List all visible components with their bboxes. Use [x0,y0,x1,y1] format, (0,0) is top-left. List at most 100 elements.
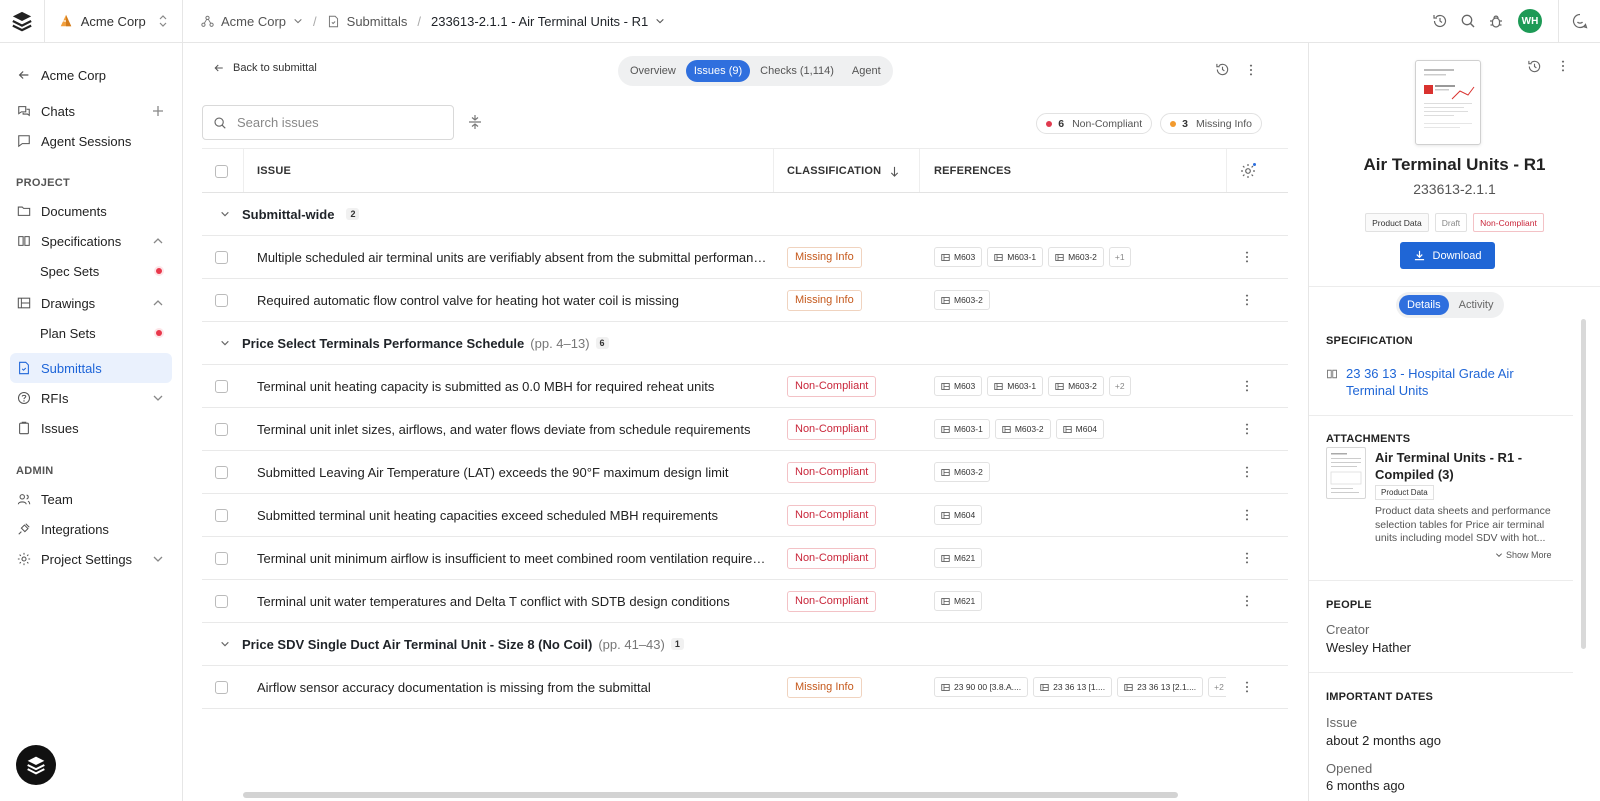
reference-chip[interactable]: M603-2 [934,290,990,310]
specification-link[interactable]: 23 36 13 - Hospital Grade Air Terminal U… [1326,365,1566,399]
panel-scrollbar[interactable] [1581,319,1586,649]
table-row[interactable]: Required automatic flow control valve fo… [202,279,1288,322]
row-checkbox[interactable] [215,594,228,608]
history-icon[interactable] [1432,13,1448,29]
reference-chip[interactable]: M603-2 [1048,247,1104,267]
back-to-submittal-link[interactable]: Back to submittal [213,62,317,74]
group-row[interactable]: Submittal-wide 2 [202,193,1288,236]
sidebar-item-issues[interactable]: Issues [10,413,172,443]
more-vertical-icon[interactable] [1240,508,1254,522]
reference-chip[interactable]: 23 36 13 [1.... [1033,677,1113,697]
breadcrumb-org[interactable]: Acme Corp [201,14,303,29]
sidebar-item-rfis[interactable]: RFIs [10,383,172,413]
more-references-chip[interactable]: +2 [1108,376,1131,396]
column-issue[interactable]: ISSUE [257,149,291,193]
attachment-thumbnail[interactable] [1326,447,1366,499]
history-icon[interactable] [1527,59,1542,74]
chevron-up-icon[interactable] [152,235,164,247]
plus-icon[interactable] [152,105,164,117]
document-thumbnail[interactable] [1415,60,1481,145]
tab-details[interactable]: Details [1399,295,1449,315]
select-all-checkbox[interactable] [215,164,228,178]
tab-overview[interactable]: Overview [622,60,684,82]
sidebar-item-specifications[interactable]: Specifications [10,226,172,256]
reference-chip[interactable]: M603 [934,376,983,396]
sidebar-item-spec-sets[interactable]: Spec Sets [10,256,172,286]
sidebar-item-drawings[interactable]: Drawings [10,288,172,318]
sidebar-item-plan-sets[interactable]: Plan Sets [10,318,172,348]
reference-chip[interactable]: M621 [934,548,983,568]
row-checkbox[interactable] [215,250,228,264]
reference-chip[interactable]: M603-2 [934,462,990,482]
group-row[interactable]: Price Select Terminals Performance Sched… [202,322,1288,365]
reference-chip[interactable]: M603 [934,247,983,267]
more-vertical-icon[interactable] [1240,379,1254,393]
horizontal-scrollbar[interactable] [243,792,1178,798]
collapse-all-icon[interactable] [467,114,483,130]
more-vertical-icon[interactable] [1240,594,1254,608]
tab-activity[interactable]: Activity [1451,295,1502,315]
table-row[interactable]: Submitted terminal unit heating capaciti… [202,494,1288,537]
column-classification[interactable]: CLASSIFICATION [787,149,900,193]
breadcrumb-current[interactable]: 233613-2.1.1 - Air Terminal Units - R1 [431,14,665,29]
search-input[interactable] [237,115,427,130]
bug-icon[interactable] [1488,13,1504,29]
reference-chip[interactable]: 23 36 13 [2.1.... [1117,677,1204,697]
issue-title[interactable]: Terminal unit water temperatures and Del… [257,594,772,609]
search-icon[interactable] [1460,13,1476,29]
history-icon[interactable] [1215,62,1230,77]
show-more-button[interactable]: Show More [1495,550,1552,560]
assistant-launcher-button[interactable] [16,745,56,785]
noncompliant-filter-pill[interactable]: 6 Non-Compliant [1036,113,1153,134]
table-row[interactable]: Terminal unit water temperatures and Del… [202,580,1288,623]
more-vertical-icon[interactable] [1240,680,1254,694]
issue-title[interactable]: Terminal unit inlet sizes, airflows, and… [257,422,772,437]
table-row[interactable]: Terminal unit heating capacity is submit… [202,365,1288,408]
row-checkbox[interactable] [215,508,228,522]
reference-chip[interactable]: M603-1 [987,376,1044,396]
reference-chip[interactable]: M603-2 [1048,376,1104,396]
tab-agent[interactable]: Agent [844,60,889,82]
more-vertical-icon[interactable] [1240,293,1254,307]
gear-icon[interactable] [1240,163,1256,179]
group-toggle[interactable] [220,623,230,665]
reference-chip[interactable]: M603-2 [994,419,1051,439]
download-button[interactable]: Download [1400,242,1495,269]
reference-chip[interactable]: M604 [1055,419,1104,439]
org-switcher[interactable]: Acme Corp [45,0,182,43]
tab-checks[interactable]: Checks (1,114) [752,60,842,82]
issue-title[interactable]: Terminal unit minimum airflow is insuffi… [257,551,772,566]
more-vertical-icon[interactable] [1240,250,1254,264]
sidebar-item-integrations[interactable]: Integrations [10,514,172,544]
attachment-title[interactable]: Air Terminal Units - R1 - Compiled (3) [1375,449,1575,483]
user-avatar[interactable]: WH [1518,9,1542,33]
group-toggle[interactable] [220,193,230,235]
issue-title[interactable]: Airflow sensor accuracy documentation is… [257,680,772,695]
issue-title[interactable]: Multiple scheduled air terminal units ar… [257,250,772,265]
table-row[interactable]: Multiple scheduled air terminal units ar… [202,236,1288,279]
reference-chip[interactable]: 23 90 00 [3.8.A.... [934,677,1029,697]
more-vertical-icon[interactable] [1556,59,1570,73]
row-checkbox[interactable] [215,465,228,479]
group-toggle[interactable] [220,322,230,364]
missing-info-filter-pill[interactable]: 3 Missing Info [1160,113,1262,134]
table-row[interactable]: Terminal unit minimum airflow is insuffi… [202,537,1288,580]
assistant-panel-toggle[interactable] [1558,0,1600,42]
more-references-chip[interactable]: +2 [1208,677,1226,697]
issue-title[interactable]: Terminal unit heating capacity is submit… [257,379,772,394]
app-logo[interactable] [0,0,45,43]
more-vertical-icon[interactable] [1240,465,1254,479]
chevron-down-icon[interactable] [152,553,164,565]
issue-title[interactable]: Required automatic flow control valve fo… [257,293,772,308]
column-references[interactable]: REFERENCES [934,149,1011,193]
sidebar-back-to-org[interactable]: Acme Corp [10,60,172,90]
issue-title[interactable]: Submitted terminal unit heating capaciti… [257,508,772,523]
table-row[interactable]: Submitted Leaving Air Temperature (LAT) … [202,451,1288,494]
sidebar-item-chats[interactable]: Chats [10,96,172,126]
row-checkbox[interactable] [215,379,228,393]
tab-issues[interactable]: Issues (9) [685,60,751,82]
reference-chip[interactable]: M603-1 [987,247,1044,267]
breadcrumb-submittals[interactable]: Submittals [327,14,407,29]
search-field[interactable] [202,105,454,140]
table-row[interactable]: Airflow sensor accuracy documentation is… [202,666,1288,709]
